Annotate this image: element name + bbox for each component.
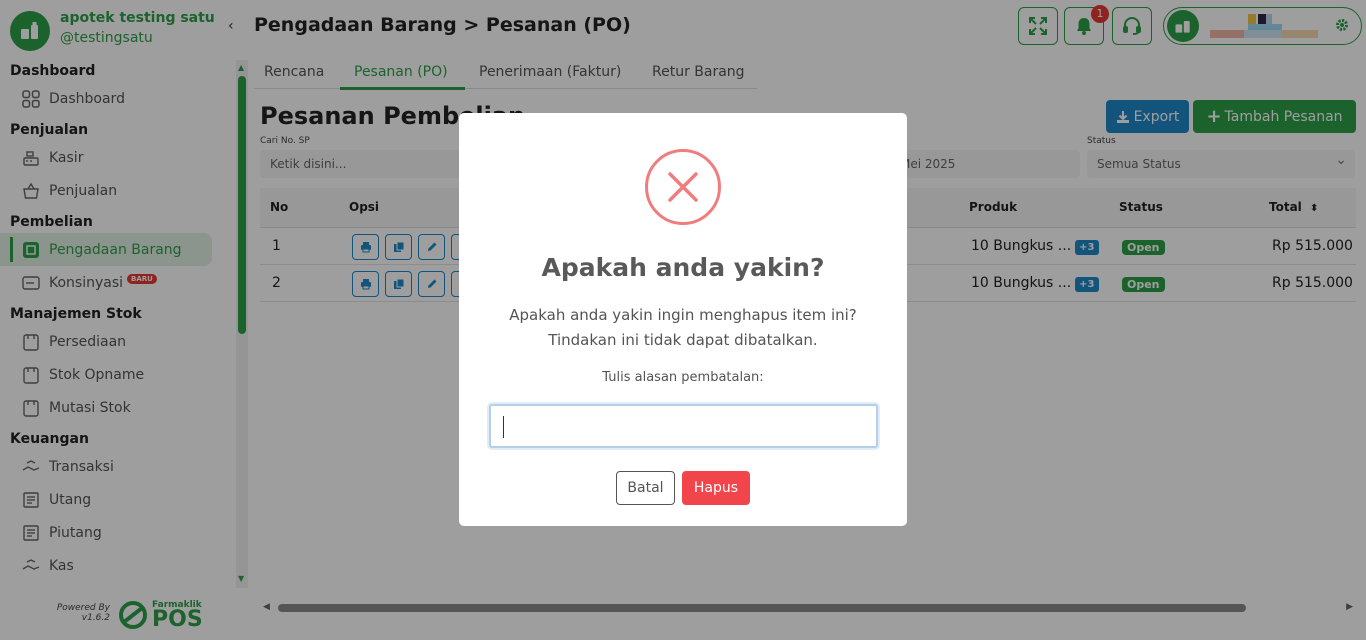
- cancel-button[interactable]: Batal: [616, 471, 675, 505]
- dialog-message-line-1: Apakah anda yakin ingin menghapus item i…: [509, 306, 857, 324]
- dialog-message-line-2: Tindakan ini tidak dapat dibatalkan.: [548, 331, 818, 349]
- error-x-icon: [645, 149, 721, 225]
- dialog-title: Apakah anda yakin?: [541, 253, 825, 282]
- cancel-reason-label: Tulis alasan pembatalan:: [602, 370, 764, 385]
- confirm-delete-dialog: Apakah anda yakin? Apakah anda yakin ing…: [459, 113, 907, 526]
- dialog-message: Apakah anda yakin ingin menghapus item i…: [459, 303, 907, 353]
- text-cursor: [503, 416, 504, 438]
- delete-confirm-button[interactable]: Hapus: [682, 471, 750, 505]
- cancel-reason-input[interactable]: [489, 404, 878, 448]
